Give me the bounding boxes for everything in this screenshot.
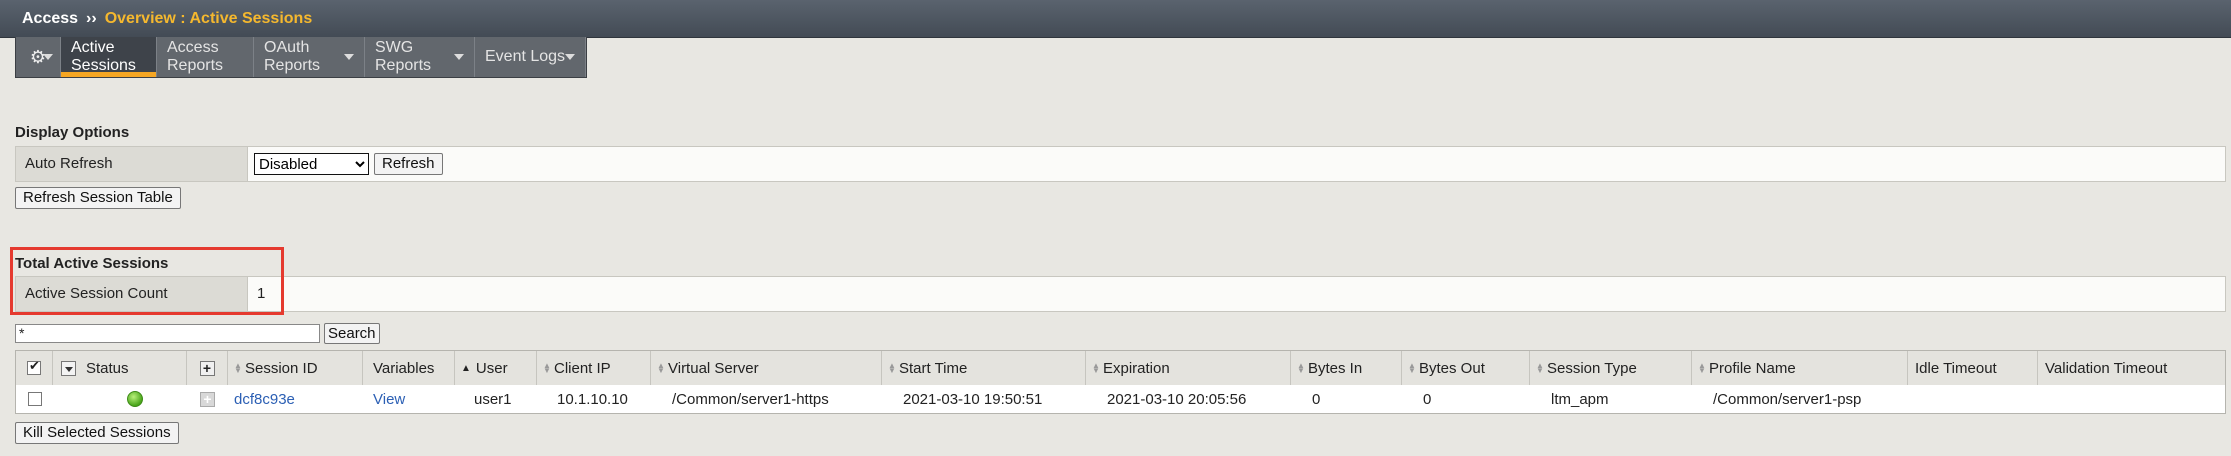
user-cell: user1 — [474, 390, 512, 408]
sort-icon: ▲ ▼ — [1698, 361, 1706, 375]
gear-menu-button[interactable]: ⚙ — [16, 37, 61, 77]
breadcrumb-separator: ›› — [86, 10, 97, 27]
validation-timeout-header-label: Validation Timeout — [2045, 359, 2168, 377]
breadcrumb-root[interactable]: Access — [22, 10, 78, 27]
select-all-checkbox[interactable] — [27, 358, 41, 375]
status-header-label: Status — [86, 359, 129, 377]
profile-name-header-label: Profile Name — [1709, 359, 1796, 377]
tab-oauth-reports[interactable]: OAuth Reports — [254, 37, 365, 77]
session-type-cell: ltm_apm — [1551, 390, 1609, 408]
variables-view-link[interactable]: View — [363, 385, 455, 413]
chevron-down-icon[interactable] — [61, 360, 76, 376]
expand-all-header[interactable]: + — [187, 351, 228, 385]
plus-icon[interactable]: + — [199, 360, 215, 376]
chevron-down-icon — [344, 54, 354, 60]
client-ip-header[interactable]: ▲ ▼ Client IP — [537, 351, 651, 385]
status-green-icon — [127, 391, 143, 407]
table-header-row: Status + ▲▼ Session ID Variables ▲ User … — [16, 351, 2225, 386]
breadcrumb: Access ›› Overview : Active Sessions — [22, 10, 312, 28]
session-type-header[interactable]: ▲ ▼ Session Type — [1530, 351, 1692, 385]
session-type-header-label: Session Type — [1547, 359, 1637, 377]
virtual-server-cell: /Common/server1-https — [672, 390, 829, 408]
status-header[interactable]: Status — [53, 351, 187, 385]
tab-active-sessions[interactable]: Active Sessions — [61, 37, 157, 77]
client-ip-cell: 10.1.10.10 — [557, 390, 628, 408]
client-ip-header-label: Client IP — [554, 359, 611, 377]
search-button[interactable]: Search — [324, 323, 380, 344]
search-input[interactable]: * — [15, 324, 320, 343]
variables-header: Variables — [363, 351, 455, 385]
expiration-cell: 2021-03-10 20:05:56 — [1107, 390, 1247, 408]
idle-timeout-header-label: Idle Timeout — [1915, 359, 1997, 377]
auto-refresh-select[interactable]: Disabled — [254, 153, 369, 175]
virtual-server-header[interactable]: ▲ ▼ Virtual Server — [651, 351, 882, 385]
refresh-session-table-button[interactable]: Refresh Session Table — [15, 187, 181, 209]
user-header-label: User — [475, 359, 508, 377]
sort-icon: ▲ ▼ — [1408, 361, 1416, 375]
top-bar: Access ›› Overview : Active Sessions — [0, 0, 2231, 38]
bytes-in-cell: 0 — [1312, 390, 1321, 408]
start-time-header[interactable]: ▲ ▼ Start Time — [882, 351, 1086, 385]
chevron-down-icon — [565, 54, 575, 60]
user-header[interactable]: ▲ User — [455, 351, 537, 385]
expiration-header[interactable]: ▲ ▼ Expiration — [1086, 351, 1291, 385]
validation-timeout-cell — [2038, 385, 2225, 413]
expand-row-cell[interactable]: + — [187, 385, 228, 413]
virtual-server-header-label: Virtual Server — [668, 359, 759, 377]
session-id-header[interactable]: ▲ ▼ Session ID — [228, 351, 363, 385]
tab-label: Access Reports — [167, 39, 224, 74]
display-options-title: Display Options — [15, 124, 130, 141]
sort-icon: ▲ ▼ — [1536, 361, 1544, 375]
sort-icon: ▲ ▼ — [888, 361, 896, 375]
sort-ascending-icon: ▲ — [461, 362, 471, 374]
row-select-cell[interactable] — [16, 385, 53, 413]
tab-label: Active Sessions — [71, 39, 136, 74]
sort-icon: ▲ ▼ — [234, 361, 242, 375]
auto-refresh-label: Auto Refresh — [16, 147, 248, 181]
profile-name-cell: /Common/server1-psp — [1713, 390, 1862, 408]
tab-label: OAuth Reports — [264, 39, 321, 74]
start-time-header-label: Start Time — [899, 359, 968, 377]
tab-label: SWG Reports — [375, 39, 432, 74]
sort-icon: ▲ ▼ — [1297, 361, 1305, 375]
highlight-box — [10, 247, 284, 315]
session-id-header-label: Session ID — [245, 359, 318, 377]
expiration-header-label: Expiration — [1103, 359, 1170, 377]
idle-timeout-header: Idle Timeout — [1908, 351, 2038, 385]
sort-icon: ▲ ▼ — [543, 361, 551, 375]
idle-timeout-cell — [1908, 385, 2038, 413]
profile-name-header[interactable]: ▲ ▼ Profile Name — [1692, 351, 1908, 385]
breadcrumb-current: Overview : Active Sessions — [104, 10, 313, 27]
sort-icon: ▲ ▼ — [1092, 361, 1100, 375]
menu-bar: ⚙ Active Sessions Access Reports OAuth R… — [15, 37, 587, 78]
bytes-out-cell: 0 — [1423, 390, 1432, 408]
validation-timeout-header: Validation Timeout — [2038, 351, 2225, 385]
tab-access-reports[interactable]: Access Reports — [157, 37, 254, 77]
variables-header-label: Variables — [373, 359, 435, 377]
refresh-button[interactable]: Refresh — [374, 153, 443, 175]
start-time-cell: 2021-03-10 19:50:51 — [903, 390, 1043, 408]
sort-icon: ▲ ▼ — [657, 361, 665, 375]
plus-icon[interactable]: + — [200, 391, 215, 407]
table-row: + dcf8c93e View user1 10.1.10.10 /Common… — [16, 385, 2225, 413]
active-session-count-row: Active Session Count 1 — [15, 276, 2226, 312]
status-cell — [53, 385, 187, 413]
bytes-in-header-label: Bytes In — [1308, 359, 1363, 377]
tab-label: Event Logs — [485, 48, 566, 65]
sessions-table: Status + ▲▼ Session ID Variables ▲ User … — [15, 350, 2226, 414]
bytes-out-header-label: Bytes Out — [1419, 359, 1485, 377]
tab-event-logs[interactable]: Event Logs — [475, 37, 586, 77]
select-all-header[interactable] — [16, 351, 53, 385]
bytes-out-header[interactable]: ▲ ▼ Bytes Out — [1402, 351, 1530, 385]
kill-selected-sessions-button[interactable]: Kill Selected Sessions — [15, 422, 179, 444]
chevron-down-icon — [454, 54, 464, 60]
chevron-down-icon — [43, 54, 53, 60]
bytes-in-header[interactable]: ▲ ▼ Bytes In — [1291, 351, 1402, 385]
row-checkbox[interactable] — [27, 392, 42, 406]
tab-swg-reports[interactable]: SWG Reports — [365, 37, 475, 77]
session-id-link[interactable]: dcf8c93e — [228, 385, 363, 413]
